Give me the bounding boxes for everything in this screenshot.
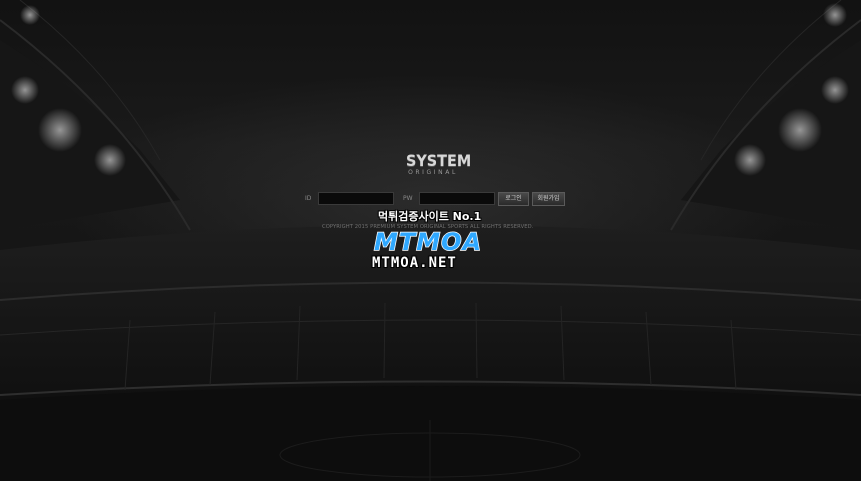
watermark: 먹튀검증사이트 No.1 MTMOA MTMOA.NET [370, 210, 492, 272]
pw-label: PW [403, 195, 413, 202]
watermark-url: MTMOA.NET [372, 255, 457, 271]
logo-title: SYSTEM [406, 151, 472, 170]
brand-logo: SYSTEM ORIGINAL [403, 151, 472, 177]
watermark-logo-icon: MTMOA [373, 227, 482, 256]
pw-input[interactable] [419, 192, 495, 205]
id-label: ID [305, 195, 312, 202]
login-form: ID PW 로그인 회원가입 [0, 191, 861, 207]
watermark-tagline: 먹튀검증사이트 No.1 [378, 210, 482, 223]
logo-subtitle: ORIGINAL [408, 169, 458, 176]
svg-text:MTMOA: MTMOA [374, 228, 482, 256]
join-button[interactable]: 회원가입 [532, 192, 565, 206]
id-input[interactable] [318, 192, 394, 205]
login-button[interactable]: 로그인 [498, 192, 529, 206]
